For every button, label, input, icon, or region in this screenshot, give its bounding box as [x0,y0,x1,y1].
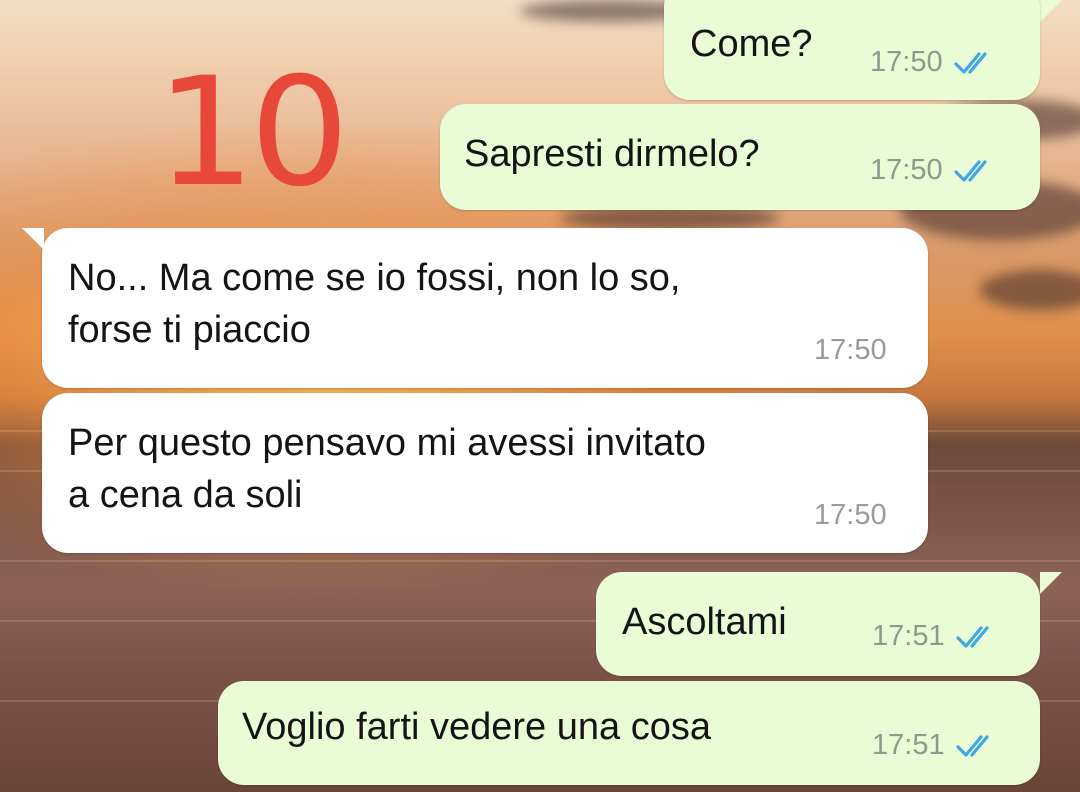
annotation-number: 10 [155,46,350,220]
message-time: 17:51 [872,620,945,652]
message-bubble-incoming[interactable]: No... Ma come se io fossi, non lo so, fo… [42,228,928,388]
message-time: 17:50 [814,334,887,366]
wallpaper-cloud [980,270,1080,310]
message-text: Come? [690,23,813,65]
bubble-tail-outgoing [1040,572,1062,594]
message-text: Per questo pensavo mi avessi invitato a … [68,422,706,516]
double-check-icon [953,51,987,74]
message-text: Voglio farti vedere una cosa [242,706,711,748]
wallpaper-wave [0,560,1080,562]
message-bubble-outgoing[interactable]: Come? 17:50 [664,0,1040,100]
message-bubble-outgoing[interactable]: Ascoltami 17:51 [596,572,1040,676]
message-meta: 17:51 [872,620,999,653]
message-bubble-incoming[interactable]: Per questo pensavo mi avessi invitato a … [42,393,928,553]
message-meta: 17:51 [872,729,999,762]
message-time: 17:50 [870,46,943,78]
message-time: 17:50 [814,499,887,531]
double-check-icon [955,625,989,648]
message-meta: 17:50 [870,154,997,187]
message-text: Sapresti dirmelo? [464,133,760,175]
message-meta: 17:50 [814,334,887,367]
bubble-tail-outgoing [1040,0,1062,22]
message-meta: 17:50 [870,46,997,79]
message-text: No... Ma come se io fossi, non lo so, fo… [68,257,681,351]
message-bubble-outgoing[interactable]: Sapresti dirmelo? 17:50 [440,104,1040,210]
bubble-tail-incoming [22,228,44,250]
message-time: 17:51 [872,729,945,761]
double-check-icon [953,159,987,182]
double-check-icon [955,734,989,757]
message-meta: 17:50 [814,499,887,532]
message-bubble-outgoing[interactable]: Voglio farti vedere una cosa 17:51 [218,681,1040,785]
message-text: Ascoltami [622,601,787,643]
message-time: 17:50 [870,154,943,186]
